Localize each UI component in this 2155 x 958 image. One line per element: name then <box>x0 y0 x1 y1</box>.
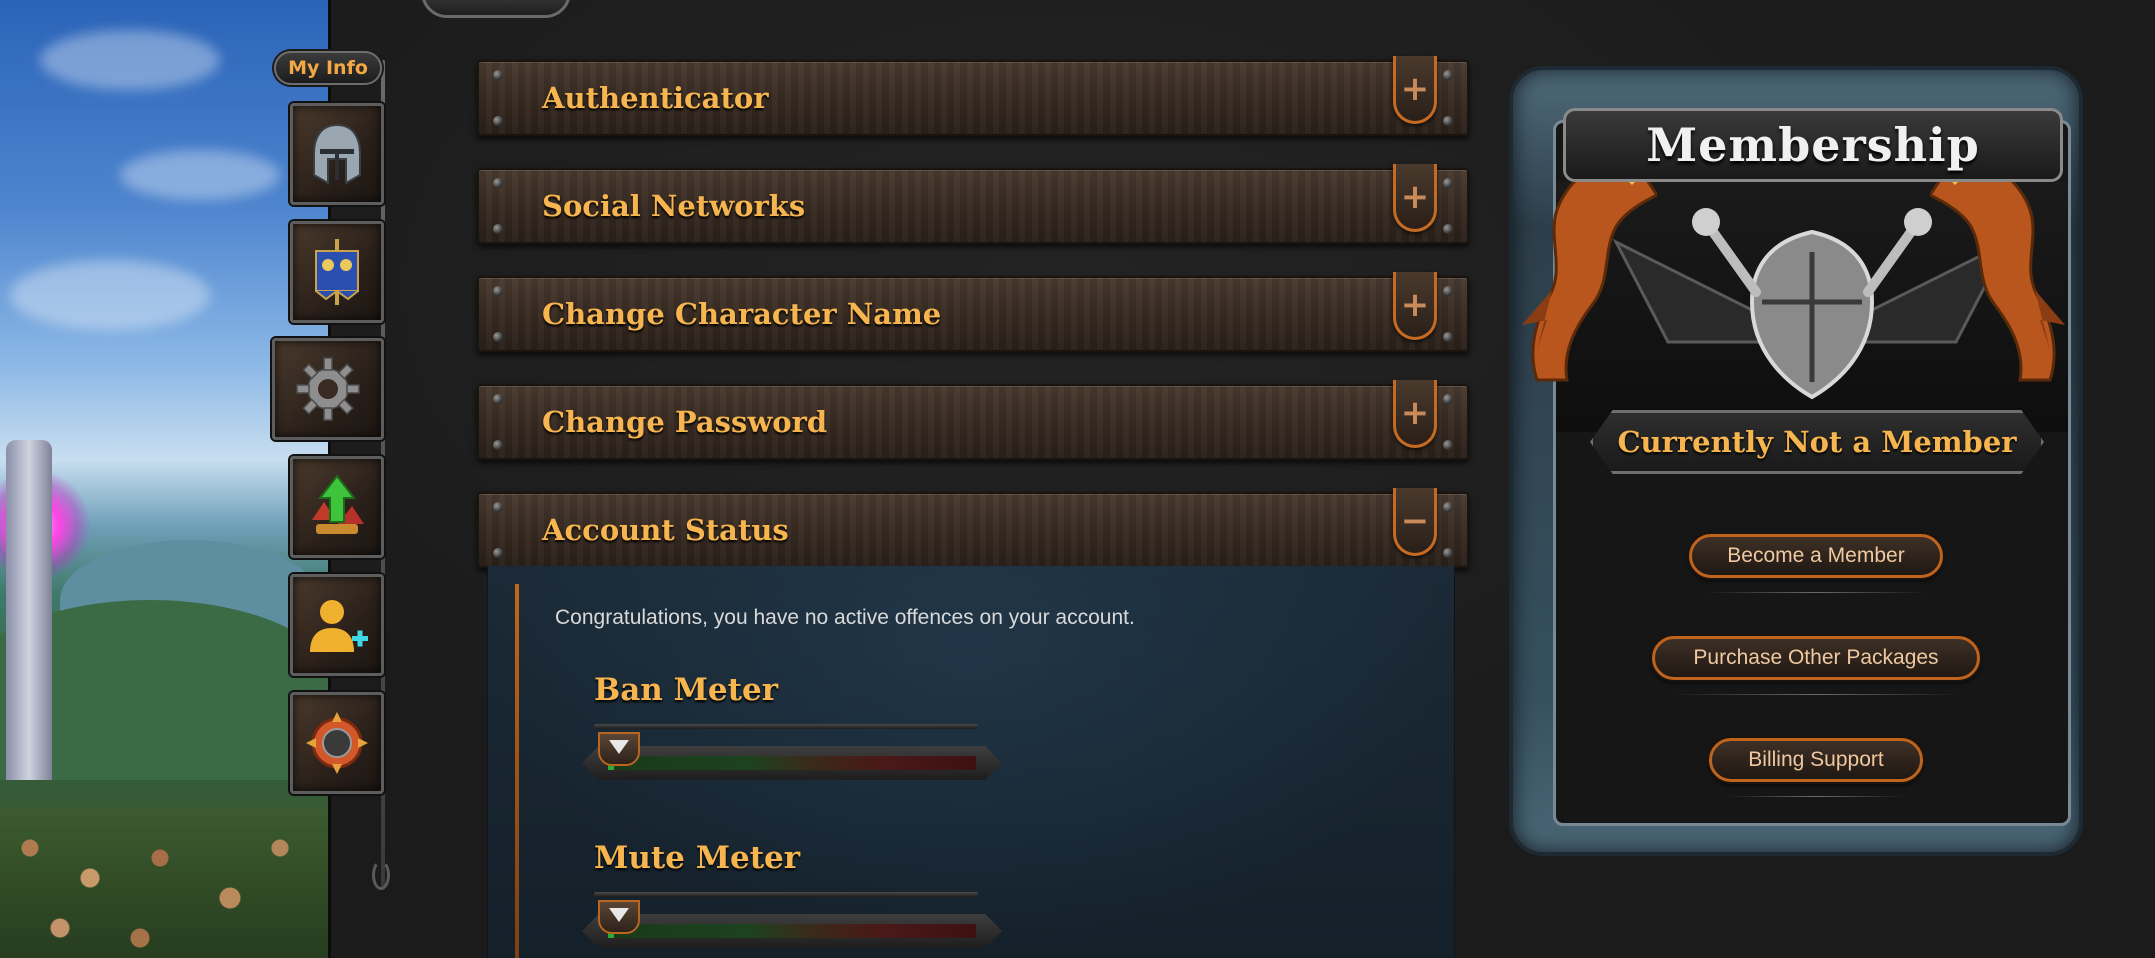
section-change-character-name[interactable]: Change Character Name + <box>477 272 1469 352</box>
helmet-icon <box>313 123 361 185</box>
section-title: Social Networks <box>542 189 806 223</box>
expand-toggle-icon[interactable]: + <box>1393 272 1437 340</box>
background-landscape <box>0 0 330 958</box>
membership-status-plate: Currently Not a Member <box>1590 410 2044 474</box>
mute-meter <box>582 892 1002 950</box>
mute-meter-pointer-icon <box>598 900 640 934</box>
collapse-toggle-icon[interactable]: − <box>1393 488 1437 556</box>
ban-meter-pointer-icon <box>598 732 640 766</box>
become-member-button[interactable]: Become a Member <box>1689 534 1943 578</box>
divider <box>1672 694 1962 695</box>
section-authenticator[interactable]: Authenticator + <box>477 56 1469 136</box>
banner-icon <box>315 239 359 305</box>
sidebar-button-add-friend[interactable] <box>290 574 384 676</box>
membership-title: Membership <box>1646 118 1980 172</box>
expand-toggle-icon[interactable]: + <box>1393 380 1437 448</box>
section-social-networks[interactable]: Social Networks + <box>477 164 1469 244</box>
my-info-tab[interactable]: My Info <box>274 51 382 85</box>
rail-ornament <box>372 860 390 890</box>
sidebar-button-settings[interactable] <box>272 338 384 440</box>
membership-status: Currently Not a Member <box>1617 425 2017 459</box>
section-change-password[interactable]: Change Password + <box>477 380 1469 460</box>
membership-title-plate: Membership <box>1563 108 2063 182</box>
add-friend-icon <box>310 600 368 652</box>
account-status-panel: Congratulations, you have no active offe… <box>487 566 1455 958</box>
sidebar-button-bonds[interactable] <box>290 692 384 794</box>
mute-meter-label: Mute Meter <box>594 840 801 876</box>
section-title: Change Password <box>542 405 828 439</box>
expand-toggle-icon[interactable]: + <box>1393 56 1437 124</box>
billing-support-button[interactable]: Billing Support <box>1709 738 1923 782</box>
purchase-packages-button[interactable]: Purchase Other Packages <box>1652 636 1980 680</box>
sidebar-button-character[interactable] <box>290 103 384 205</box>
section-title: Authenticator <box>542 81 769 115</box>
section-account-status[interactable]: Account Status − <box>477 488 1469 568</box>
section-title: Account Status <box>542 513 789 547</box>
status-message: Congratulations, you have no active offe… <box>555 606 1135 629</box>
status-accent-line <box>515 584 519 958</box>
divider <box>1726 796 1906 797</box>
divider <box>1706 592 1926 593</box>
upgrade-arrow-icon <box>312 474 364 534</box>
gear-icon <box>296 357 360 421</box>
section-title: Change Character Name <box>542 297 942 331</box>
ban-meter <box>582 724 1002 782</box>
sidebar-button-upgrade[interactable] <box>290 456 384 558</box>
ban-meter-label: Ban Meter <box>594 672 779 708</box>
gem-emblem-icon <box>306 712 368 774</box>
sidebar-button-clan[interactable] <box>290 221 384 323</box>
expand-toggle-icon[interactable]: + <box>1393 164 1437 232</box>
top-ornament <box>421 0 571 18</box>
